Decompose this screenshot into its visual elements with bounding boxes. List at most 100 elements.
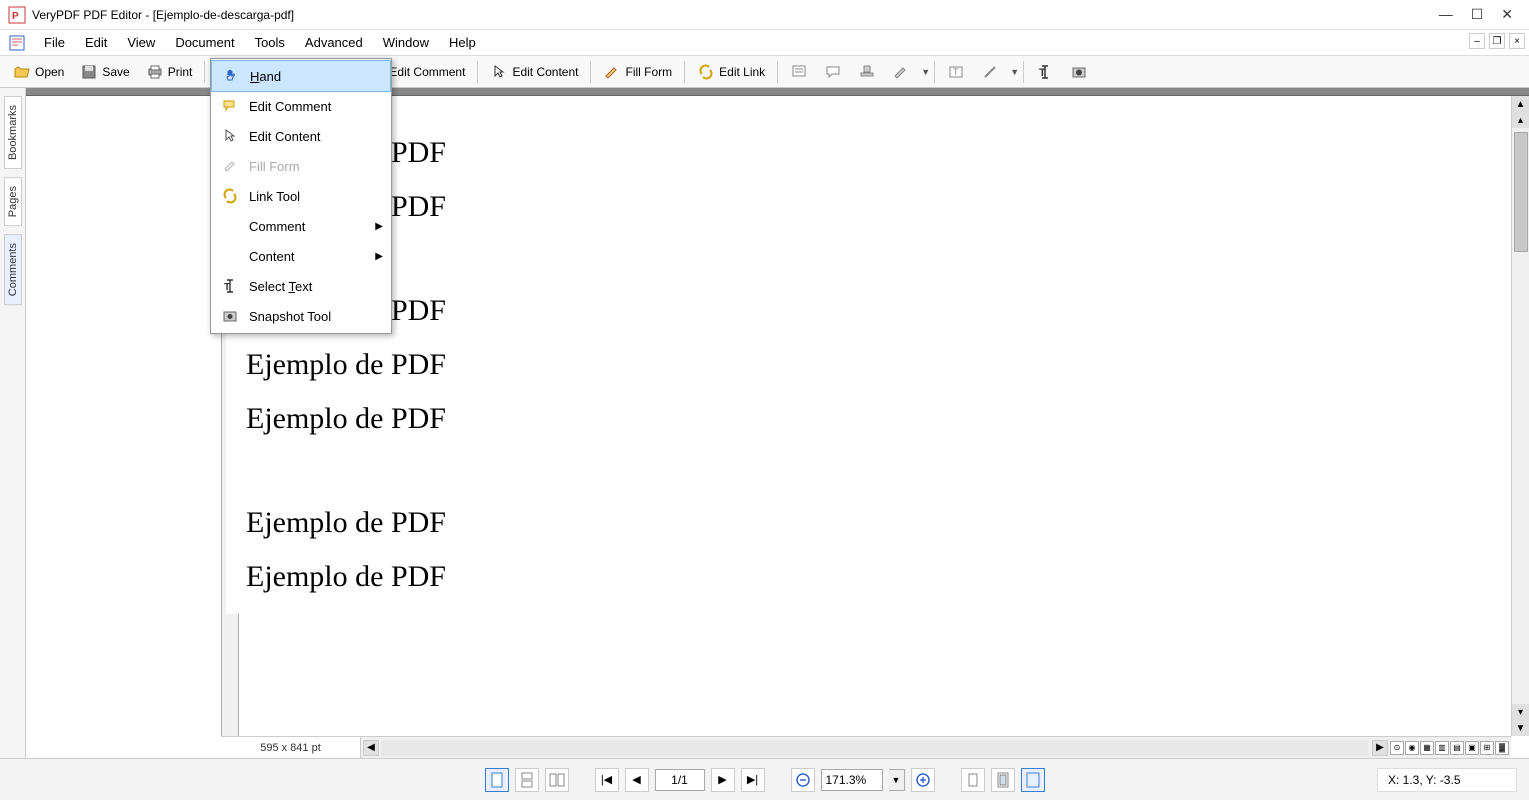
snapshot-button[interactable]	[1063, 59, 1095, 85]
speech-bubble-icon	[824, 63, 842, 81]
drawing-dropdown-button[interactable]: ▼	[919, 65, 929, 79]
fill-form-button[interactable]: Fill Form	[596, 59, 679, 85]
note-icon	[790, 63, 808, 81]
view-mode-3-button[interactable]: ▦	[1420, 741, 1434, 755]
scroll-down-button[interactable]: ▼	[1512, 720, 1529, 736]
fit-width-button[interactable]	[1021, 768, 1045, 792]
pdf-text-line: Ejemplo de PDF	[246, 136, 1226, 170]
print-icon	[146, 63, 164, 81]
link-tool-icon	[221, 187, 239, 205]
pages-tab[interactable]: Pages	[4, 177, 22, 226]
zoom-level-input[interactable]: 171.3%	[821, 769, 883, 791]
bookmarks-tab[interactable]: Bookmarks	[4, 96, 22, 169]
comment-tool-button[interactable]	[817, 59, 849, 85]
snapshot-icon	[221, 307, 239, 325]
menu-item-link-tool[interactable]: Link Tool	[211, 181, 391, 211]
view-mode-2-button[interactable]: ◉	[1405, 741, 1419, 755]
shape-dropdown-button[interactable]: ▼	[1008, 65, 1018, 79]
open-button[interactable]: Open	[6, 59, 71, 85]
scroll-left-button[interactable]: ◀	[363, 740, 379, 756]
scroll-up-step-button[interactable]: ▴	[1512, 112, 1529, 128]
menu-document[interactable]: Document	[165, 32, 244, 53]
prev-page-button[interactable]: ◀	[625, 768, 649, 792]
view-mode-4-button[interactable]: ▥	[1435, 741, 1449, 755]
stamp-tool-button[interactable]	[851, 59, 883, 85]
content-edit-icon	[221, 127, 239, 145]
select-text-button[interactable]: T	[1029, 59, 1061, 85]
scrollbar-thumb[interactable]	[1514, 132, 1528, 252]
next-page-button[interactable]: ▶	[711, 768, 735, 792]
vertical-scrollbar[interactable]: ▲ ▴ ▾ ▼	[1511, 96, 1529, 736]
menu-item-edit-comment[interactable]: Edit Comment	[211, 91, 391, 121]
horizontal-scrollbar[interactable]	[381, 740, 1368, 756]
save-button[interactable]: Save	[73, 59, 136, 85]
svg-text:T: T	[1039, 67, 1046, 79]
single-page-view-button[interactable]	[485, 768, 509, 792]
view-mode-5-button[interactable]: ▤	[1450, 741, 1464, 755]
mdi-restore-button[interactable]: ❐	[1489, 33, 1505, 49]
menu-item-hand[interactable]: Hand	[211, 60, 391, 92]
edit-comment-button[interactable]: Edit Comment	[382, 61, 472, 83]
toolbar-separator	[1023, 61, 1024, 83]
menu-item-edit-content[interactable]: Edit Content	[211, 121, 391, 151]
menu-tools[interactable]: Tools	[245, 32, 295, 53]
link-icon	[697, 63, 715, 81]
horizontal-scrollbar-area: 595 x 841 pt ◀ ▶ ⊙ ◉ ▦ ▥ ▤ ▣ ⊞ ▓	[221, 736, 1511, 758]
menu-edit[interactable]: Edit	[75, 32, 117, 53]
first-page-button[interactable]: |◀	[595, 768, 619, 792]
menu-help[interactable]: Help	[439, 32, 486, 53]
zoom-out-button[interactable]	[791, 768, 815, 792]
scroll-up-button[interactable]: ▲	[1512, 96, 1529, 112]
edit-link-button[interactable]: Edit Link	[690, 59, 772, 85]
mdi-close-button[interactable]: ×	[1509, 33, 1525, 49]
last-page-button[interactable]: ▶|	[741, 768, 765, 792]
menu-item-content-submenu[interactable]: Content ▶	[211, 241, 391, 271]
submenu-arrow-icon: ▶	[375, 251, 383, 262]
maximize-button[interactable]: ☐	[1471, 6, 1484, 23]
scroll-right-button[interactable]: ▶	[1372, 740, 1388, 756]
note-tool-button[interactable]	[783, 59, 815, 85]
scroll-down-step-button[interactable]: ▾	[1512, 704, 1529, 720]
zoom-dropdown-button[interactable]: ▼	[889, 769, 905, 791]
continuous-view-button[interactable]	[515, 768, 539, 792]
pencil-tool-button[interactable]	[885, 59, 917, 85]
text-box-button[interactable]: T	[940, 59, 972, 85]
menu-window[interactable]: Window	[373, 32, 439, 53]
text-box-icon: T	[947, 63, 965, 81]
minimize-button[interactable]: —	[1439, 6, 1453, 23]
close-button[interactable]: ✕	[1501, 6, 1513, 23]
menu-advanced[interactable]: Advanced	[295, 32, 373, 53]
page-number-input[interactable]: 1/1	[655, 769, 705, 791]
print-button[interactable]: Print	[139, 59, 200, 85]
view-mode-6-button[interactable]: ▣	[1465, 741, 1479, 755]
view-mode-7-button[interactable]: ⊞	[1480, 741, 1494, 755]
page-dimensions-label: 595 x 841 pt	[221, 737, 361, 758]
menu-item-comment-submenu[interactable]: Comment ▶	[211, 211, 391, 241]
pencil-draw-icon	[892, 63, 910, 81]
zoom-in-button[interactable]	[911, 768, 935, 792]
menu-item-snapshot[interactable]: Snapshot Tool	[211, 301, 391, 331]
facing-view-button[interactable]	[545, 768, 569, 792]
mdi-minimize-button[interactable]: –	[1469, 33, 1485, 49]
comments-tab[interactable]: Comments	[4, 234, 22, 305]
side-panel-tabs: Bookmarks Pages Comments	[0, 88, 26, 758]
fit-page-button[interactable]	[991, 768, 1015, 792]
menu-item-fill-form: Fill Form	[211, 151, 391, 181]
menu-item-select-text[interactable]: T Select Text	[211, 271, 391, 301]
toolbar-separator	[477, 61, 478, 83]
line-tool-button[interactable]	[974, 59, 1006, 85]
edit-content-button[interactable]: Edit Content	[483, 59, 585, 85]
menu-file[interactable]: File	[34, 32, 75, 53]
pdf-text-line: Ejemplo de PDF	[246, 560, 1226, 594]
actual-size-button[interactable]	[961, 768, 985, 792]
view-mode-8-button[interactable]: ▓	[1495, 741, 1509, 755]
window-title: VeryPDF PDF Editor - [Ejemplo-de-descarg…	[32, 8, 1439, 22]
folder-open-icon	[13, 63, 31, 81]
document-icon	[8, 34, 26, 52]
text-cursor-icon: T	[1036, 63, 1054, 81]
pdf-text-line: Ejemplo de PDF	[246, 294, 1226, 328]
pdf-text-line: Ejemplo de PDF	[246, 402, 1226, 436]
menu-view[interactable]: View	[117, 32, 165, 53]
cursor-coordinates-label: X: 1.3, Y: -3.5	[1377, 768, 1517, 792]
view-mode-1-button[interactable]: ⊙	[1390, 741, 1404, 755]
